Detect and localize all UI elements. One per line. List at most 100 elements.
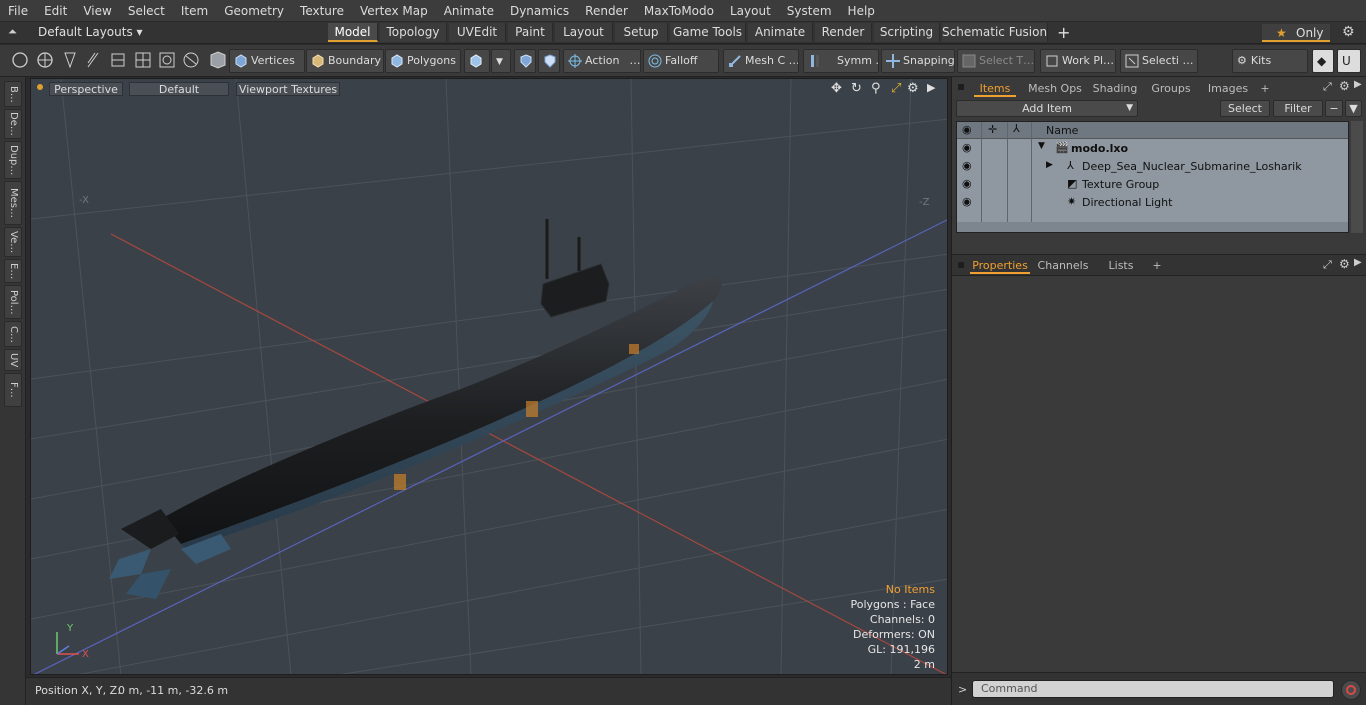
visibility-eye-icon[interactable]: ◉: [962, 195, 976, 213]
items-panel-gear-icon[interactable]: ⚙: [1339, 79, 1350, 93]
visibility-eye-icon[interactable]: ◉: [962, 159, 976, 177]
command-input[interactable]: Command: [972, 680, 1334, 698]
tab-scripting[interactable]: Scripting: [874, 23, 940, 42]
type-column-icon[interactable]: ⅄: [1013, 122, 1020, 135]
tab-paint[interactable]: Paint: [508, 23, 553, 42]
menu-texture[interactable]: Texture: [292, 0, 352, 22]
selection-sets-button[interactable]: Selecti …: [1120, 49, 1198, 73]
viewport-more-icon[interactable]: ▶: [927, 81, 935, 94]
viewport-settings-icon[interactable]: ⚙: [907, 81, 919, 96]
tab-lists[interactable]: Lists: [1098, 258, 1144, 274]
list-item-light[interactable]: ◉ ✷ Directional Light: [957, 194, 1348, 212]
snap-b-button[interactable]: [538, 49, 560, 73]
fit-view-icon[interactable]: ⤢: [891, 81, 901, 96]
action-center-button[interactable]: Action…: [563, 49, 641, 73]
menu-help[interactable]: Help: [840, 0, 883, 22]
viewport-menu-dot-icon[interactable]: [37, 84, 43, 90]
mesh-constraints-button[interactable]: Mesh C …: [723, 49, 799, 73]
tool-tab-fusion[interactable]: F…: [4, 373, 22, 407]
settings-gear-icon[interactable]: ⚙: [1342, 24, 1355, 40]
unreal-button[interactable]: U: [1337, 49, 1361, 73]
tab-model[interactable]: Model: [328, 23, 378, 42]
work-plane-button[interactable]: Work Pl…: [1040, 49, 1116, 73]
expand-arrow-icon[interactable]: ▼: [1038, 141, 1045, 151]
collapse-icon[interactable]: ⏶: [8, 25, 17, 39]
vertices-button[interactable]: Vertices: [229, 49, 305, 73]
tool-tab-polygon[interactable]: Pol…: [4, 285, 22, 319]
3d-viewport[interactable]: Perspective Default Viewport Textures ✥ …: [30, 78, 948, 675]
record-macro-button[interactable]: [1341, 680, 1361, 700]
view-type-button[interactable]: Perspective: [49, 82, 123, 96]
symmetry-button[interactable]: Symm …: [803, 49, 879, 73]
tab-images[interactable]: Images: [1202, 81, 1254, 97]
item-list-vscrollbar[interactable]: [1351, 121, 1363, 233]
tab-channels[interactable]: Channels: [1036, 258, 1090, 274]
select-through-button[interactable]: Select T…: [957, 49, 1035, 73]
tool-tab-deform[interactable]: De…: [4, 109, 22, 139]
menu-layout[interactable]: Layout: [722, 0, 779, 22]
tool-tab-mesh-edit[interactable]: Mes…: [4, 181, 22, 225]
tool-tab-basic[interactable]: B…: [4, 81, 22, 107]
tool-tab-uv[interactable]: UV: [4, 349, 22, 371]
name-column-header[interactable]: Name: [1046, 124, 1078, 137]
collapsed-arrow-icon[interactable]: ▶: [1046, 160, 1053, 170]
add-tab-icon[interactable]: +: [1057, 23, 1070, 42]
tab-schematic-fusion[interactable]: Schematic Fusion: [942, 23, 1048, 42]
list-item-texture-group[interactable]: ◉ ◩ Texture Group: [957, 176, 1348, 194]
items-panel-menu-icon[interactable]: [958, 84, 964, 90]
expand-properties-icon[interactable]: ⤢: [1323, 258, 1332, 272]
menu-select[interactable]: Select: [120, 0, 173, 22]
tool-tab-edge[interactable]: E…: [4, 259, 22, 283]
list-item-mesh[interactable]: ◉ ▶ ⅄ Deep_Sea_Nuclear_Submarine_Loshari…: [957, 158, 1348, 176]
zoom-icon[interactable]: ⚲: [871, 81, 881, 96]
tab-shading[interactable]: Shading: [1090, 81, 1140, 97]
lock-column-icon[interactable]: ✛: [988, 123, 997, 136]
boundary-button[interactable]: Boundary: [306, 49, 384, 73]
expand-panel-icon[interactable]: ⤢: [1323, 80, 1332, 94]
rotate-view-icon[interactable]: ↻: [851, 81, 862, 96]
tab-items[interactable]: Items: [974, 81, 1016, 97]
tool-tab-curve[interactable]: C…: [4, 321, 22, 347]
only-toggle[interactable]: ★ Only: [1262, 24, 1330, 42]
menu-vertex-map[interactable]: Vertex Map: [352, 0, 436, 22]
visibility-eye-icon[interactable]: ◉: [962, 177, 976, 195]
tab-mesh-ops[interactable]: Mesh Ops: [1026, 81, 1084, 97]
tab-setup[interactable]: Setup: [615, 23, 668, 42]
tab-layout[interactable]: Layout: [555, 23, 613, 42]
menu-item[interactable]: Item: [173, 0, 216, 22]
visibility-eye-icon[interactable]: ◉: [962, 141, 976, 159]
mode-dropdown-button[interactable]: ▼: [491, 49, 511, 73]
polygons-button[interactable]: Polygons: [385, 49, 461, 73]
layout-select[interactable]: Default Layouts ▾: [38, 25, 143, 39]
item-mode-button[interactable]: [464, 49, 490, 73]
shading-mode-button[interactable]: Default: [129, 82, 229, 96]
menu-system[interactable]: System: [779, 0, 840, 22]
item-list-hscrollbar[interactable]: [957, 222, 1348, 232]
kits-button[interactable]: ⚙ Kits: [1232, 49, 1308, 73]
add-panel-tab-icon[interactable]: +: [1258, 81, 1272, 97]
filter-button[interactable]: Filter: [1273, 100, 1323, 117]
tab-uvedit[interactable]: UVEdit: [449, 23, 506, 42]
list-item-scene[interactable]: ◉ ▼ 🎬 modo.lxo: [957, 140, 1348, 158]
menu-file[interactable]: File: [0, 0, 36, 22]
snap-a-button[interactable]: [514, 49, 536, 73]
menu-view[interactable]: View: [75, 0, 119, 22]
tool-tab-duplicate[interactable]: Dup…: [4, 141, 22, 179]
items-panel-arrow-icon[interactable]: ▶: [1354, 79, 1362, 90]
select-button[interactable]: Select: [1220, 100, 1270, 117]
falloff-button[interactable]: Falloff: [643, 49, 719, 73]
tab-animate[interactable]: Animate: [748, 23, 813, 42]
submarine-model[interactable]: [109, 219, 722, 599]
properties-arrow-icon[interactable]: ▶: [1354, 257, 1362, 268]
tab-render[interactable]: Render: [815, 23, 872, 42]
menu-render[interactable]: Render: [577, 0, 636, 22]
tab-properties[interactable]: Properties: [970, 258, 1030, 274]
menu-edit[interactable]: Edit: [36, 0, 75, 22]
visibility-column-eye-icon[interactable]: ◉: [962, 123, 972, 136]
viewport-textures-button[interactable]: Viewport Textures: [236, 82, 340, 96]
snapping-button[interactable]: Snapping: [881, 49, 955, 73]
collapse-list-icon[interactable]: −: [1325, 100, 1343, 117]
add-item-button[interactable]: Add Item ▼: [956, 100, 1138, 117]
pan-icon[interactable]: ✥: [831, 81, 842, 96]
menu-dynamics[interactable]: Dynamics: [502, 0, 577, 22]
